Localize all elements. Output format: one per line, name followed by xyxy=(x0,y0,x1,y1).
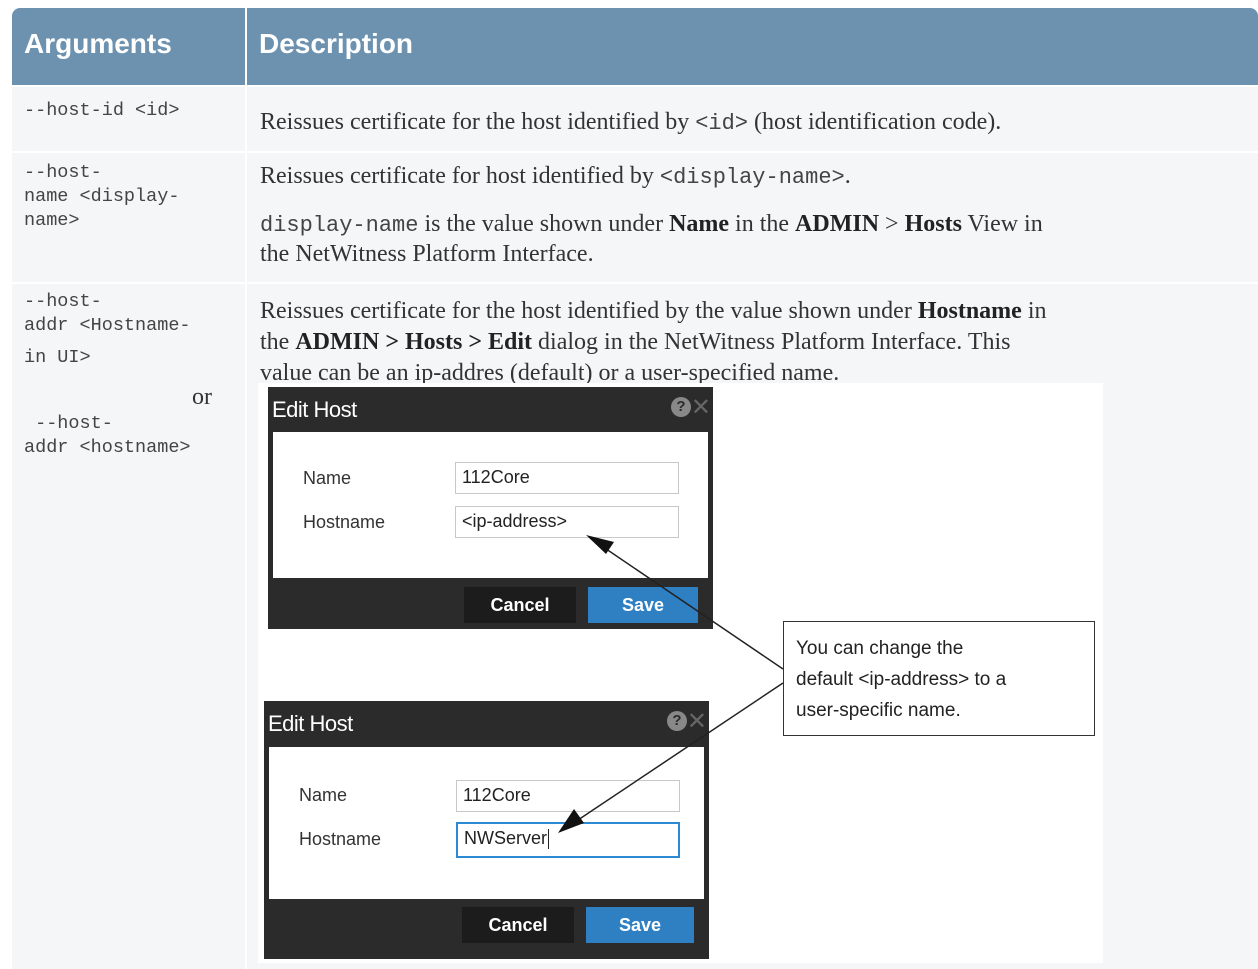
callout-arrows xyxy=(558,535,784,833)
row-2-paragraph-1: Reissues certificate for host identified… xyxy=(260,161,851,193)
row-3-argument-line-5: addr <hostname> xyxy=(24,437,191,458)
row-3-l1-text: Reissues certificate for the host identi… xyxy=(260,298,918,324)
row-3-l2-text: the xyxy=(260,329,296,355)
row-3-line-2: the ADMIN > Hosts > Edit dialog in the N… xyxy=(260,327,1011,357)
row-3-argument-cell: --host- addr <Hostname- in UI> or --host… xyxy=(12,284,245,969)
row-3-argument-line-2: addr <Hostname- xyxy=(24,315,191,336)
arrow-to-dialog-2 xyxy=(562,682,784,831)
row-2-p2-bold-admin: ADMIN xyxy=(795,211,880,237)
row-1-description: Reissues certificate for the host identi… xyxy=(260,107,1001,139)
arrow-to-dialog-1 xyxy=(589,537,784,670)
row-1-description-cell: Reissues certificate for the host identi… xyxy=(247,87,1258,151)
row-1-argument-cell: --host-id <id> xyxy=(12,87,245,151)
edit-host-figure: Edit Host ? ✕ Name 112Core Hostname <ip-… xyxy=(258,383,1103,963)
row-3-l1-bold: Hostname xyxy=(917,298,1022,324)
arrowhead-2 xyxy=(558,809,584,833)
row-1-text-end: (host identification code). xyxy=(748,109,1002,135)
row-2-p2-code: display-name xyxy=(260,213,419,238)
row-1-argument: --host-id <id> xyxy=(24,100,180,121)
row-3-argument-line-3: in UI> xyxy=(24,347,91,368)
row-1-text: Reissues certificate for the host identi… xyxy=(260,109,696,135)
row-3-argument-line-4: --host- xyxy=(24,413,113,434)
row-2-argument-line-1: --host- xyxy=(24,162,102,183)
row-2-argument-line-3: name> xyxy=(24,210,80,231)
row-2-p2-bold-hosts: Hosts xyxy=(904,211,962,237)
row-2-paragraph-2-line-2: the NetWitness Platform Interface. xyxy=(260,241,594,267)
row-1-code: <id> xyxy=(695,111,749,136)
header-arguments-label: Arguments xyxy=(24,28,172,59)
row-2-p1-text: Reissues certificate for host identified… xyxy=(260,163,660,189)
row-3-l2-bold: ADMIN > Hosts > Edit xyxy=(295,329,533,355)
header-arguments: Arguments xyxy=(12,8,245,85)
header-description-label: Description xyxy=(259,28,414,59)
row-3-argument-line-1: --host- xyxy=(24,291,102,312)
row-2-p2-bold-name: Name xyxy=(669,211,730,237)
row-3-l1-end: in xyxy=(1021,298,1047,324)
row-2-argument-line-2: name <display- xyxy=(24,186,180,207)
row-2-p2-text-2: in the xyxy=(729,211,796,237)
row-2-p1-code: <display-name> xyxy=(659,165,845,190)
row-3-l2-end: dialog in the NetWitness Platform Interf… xyxy=(532,329,1011,355)
row-2-p2-text-1: is the value shown under xyxy=(418,211,670,237)
row-2-argument-cell: --host- name <display- name> xyxy=(12,153,245,282)
row-2-paragraph-2: display-name is the value shown under Na… xyxy=(260,209,1043,241)
row-2-p1-end: . xyxy=(844,163,851,189)
row-2-description-cell: Reissues certificate for host identified… xyxy=(247,153,1258,282)
row-2-p2-text-4: View in xyxy=(961,211,1043,237)
row-2-p2-text-3: > xyxy=(879,211,905,237)
row-3-line-1: Reissues certificate for the host identi… xyxy=(260,296,1046,326)
row-3-or: or xyxy=(192,384,212,410)
header-description: Description xyxy=(247,8,1258,85)
